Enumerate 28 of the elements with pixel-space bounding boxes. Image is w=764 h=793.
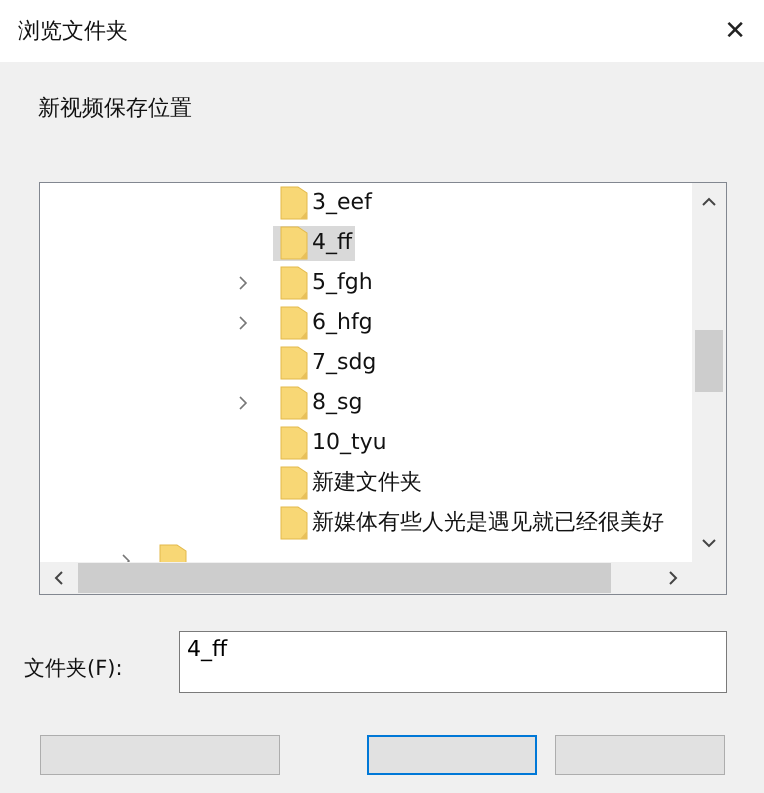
folder-item[interactable]: 8_sg xyxy=(273,386,366,420)
dialog-button[interactable] xyxy=(367,735,537,775)
folder-icon xyxy=(280,266,308,300)
folder-item[interactable]: 3_eef xyxy=(273,186,375,220)
field-label: 文件夹(F): xyxy=(24,655,124,682)
description-text: 新视频保存位置 xyxy=(38,95,193,123)
close-button[interactable]: ✕ xyxy=(718,18,752,44)
folder-item[interactable]: 7_sdg xyxy=(273,346,380,380)
folder-input-field[interactable]: 4_ff xyxy=(179,631,727,693)
folder-item[interactable]: 新媒体有些人光是遇见就已经很美好 xyxy=(273,506,667,540)
folder-icon xyxy=(280,506,308,540)
scrollbar-thumb[interactable] xyxy=(78,563,611,593)
folder-icon xyxy=(280,306,308,340)
folder-icon xyxy=(280,466,308,500)
folder-item[interactable]: 6_hfg xyxy=(273,306,376,340)
folder-item[interactable]: 4_ff xyxy=(273,226,356,260)
folder-icon xyxy=(280,346,308,380)
scrollbar-thumb[interactable] xyxy=(695,330,723,392)
folder-item[interactable]: 10_tyu xyxy=(273,426,390,460)
dialog-button[interactable] xyxy=(555,735,725,775)
window-title: 浏览文件夹 xyxy=(18,18,128,46)
folder-item[interactable]: 5_fgh xyxy=(273,266,376,300)
dialog-button[interactable] xyxy=(40,735,280,775)
folder-icon xyxy=(280,186,308,220)
folder-icon xyxy=(280,386,308,420)
folder-item[interactable]: 新建文件夹 xyxy=(273,466,425,500)
folder-icon xyxy=(280,226,308,260)
folder-icon xyxy=(280,426,308,460)
